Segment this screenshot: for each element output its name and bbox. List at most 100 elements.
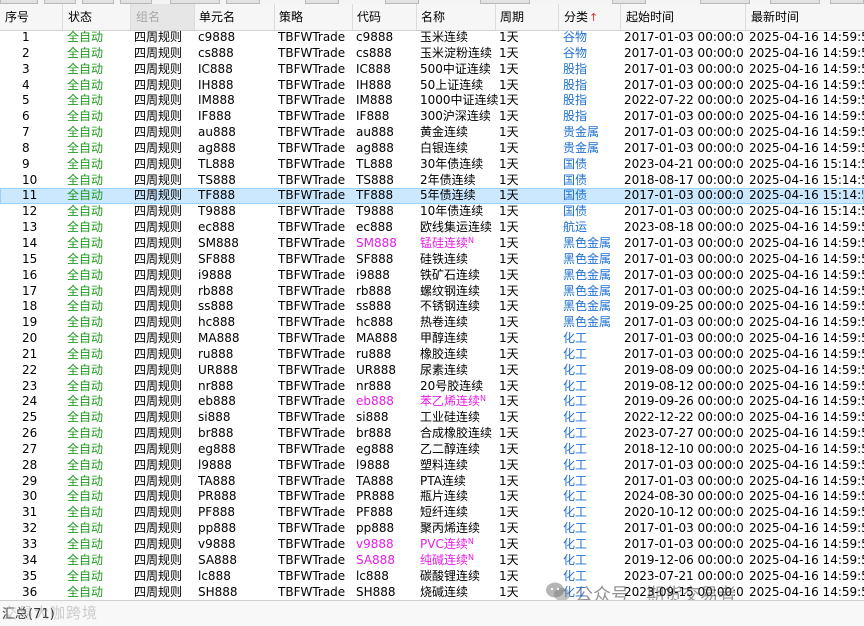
table-row[interactable]: 34 全自动 四周规则 SA888 TBFWTrade SA888 纯碱连续N 1天 化工 201… <box>0 553 864 569</box>
name-cell: 聚丙烯连续 <box>420 521 500 537</box>
category-cell: 国债 <box>563 204 588 219</box>
row-index: 13 <box>22 220 38 235</box>
table-row[interactable]: 12 全自动 四周规则 T9888 TBFWTrade T9888 10年债连续 1天 国债 20… <box>0 204 864 220</box>
category-cell: 航运 <box>563 220 588 235</box>
table-row[interactable]: 19 全自动 四周规则 hc888 TBFWTrade hc888 热卷连续 1天 黑色金属 20… <box>0 315 864 331</box>
code-cell: cs888 <box>356 45 392 60</box>
table-row[interactable]: 20 全自动 四周规则 MA888 TBFWTrade MA888 甲醇连续 1天 化工 2017… <box>0 331 864 347</box>
category-header-label: 分类 <box>564 10 589 24</box>
name-text: 甲醇连续 <box>420 331 469 346</box>
strategy-cell: TBFWTrade <box>278 283 346 298</box>
table-row[interactable]: 16 全自动 四周规则 i9888 TBFWTrade i9888 铁矿石连续 1天 黑色金属 2… <box>0 268 864 284</box>
table-row[interactable]: 13 全自动 四周规则 ec888 TBFWTrade ec888 欧线集运连续 1天 航运 20… <box>0 220 864 236</box>
start-time-cell: 2022-12-22 00:00:00 <box>624 410 744 425</box>
table-row[interactable]: 29 全自动 四周规则 TA888 TBFWTrade TA888 PTA连续 1天 化工 201… <box>0 474 864 490</box>
table-row[interactable]: 5 全自动 四周规则 IM888 TBFWTrade IM888 1000中证连续 1天 股指 2… <box>0 93 864 109</box>
status-cell: 全自动 <box>67 299 104 314</box>
table-row[interactable]: 7 全自动 四周规则 au888 TBFWTrade au888 黄金连续 1天 贵金属 2017… <box>0 125 864 141</box>
name-cell: 塑料连续 <box>420 458 500 474</box>
row-index: 14 <box>22 235 38 250</box>
name-cell: 橡胶连续 <box>420 347 500 363</box>
table-row[interactable]: 27 全自动 四周规则 eg888 TBFWTrade eg888 乙二醇连续 1天 化工 201… <box>0 442 864 458</box>
name-cell: 500中证连续 <box>420 62 500 78</box>
name-text: 50上证连续 <box>420 77 484 92</box>
table-row[interactable]: 3 全自动 四周规则 IC888 TBFWTrade IC888 500中证连续 1天 股指 20… <box>0 62 864 78</box>
column-header-name[interactable]: 名称 <box>421 4 445 30</box>
table-row[interactable]: 22 全自动 四周规则 UR888 TBFWTrade UR888 尿素连续 1天 化工 2019… <box>0 363 864 379</box>
table-row[interactable]: 18 全自动 四周规则 ss888 TBFWTrade ss888 不锈钢连续 1天 黑色金属 2… <box>0 299 864 315</box>
name-cell: 20号胶连续 <box>420 379 500 395</box>
row-index: 7 <box>22 125 30 140</box>
strategy-cell: TBFWTrade <box>278 220 346 235</box>
column-header-code[interactable]: 代码 <box>357 4 381 30</box>
column-header-strategy[interactable]: 策略 <box>279 4 303 30</box>
code-cell: ec888 <box>356 220 393 235</box>
table-row[interactable]: 28 全自动 四周规则 l9888 TBFWTrade l9888 塑料连续 1天 化工 2017… <box>0 458 864 474</box>
latest-time-cell: 2025-04-16 14:59:59 <box>749 109 864 124</box>
group-cell: 四周规则 <box>134 568 183 583</box>
category-cell: 贵金属 <box>563 125 600 140</box>
code-cell: IH888 <box>356 77 392 92</box>
category-cell: 化工 <box>563 378 588 393</box>
column-header-latest-time[interactable]: 最新时间 <box>751 4 799 30</box>
table-row[interactable]: 17 全自动 四周规则 rb888 TBFWTrade rb888 螺纹钢连续 1天 黑色金属 2… <box>0 284 864 300</box>
table-row[interactable]: 25 全自动 四周规则 si888 TBFWTrade si888 工业硅连续 1天 化工 202… <box>0 410 864 426</box>
name-text: 瓶片连续 <box>420 489 469 504</box>
period-cell: 1天 <box>499 220 519 235</box>
table-row[interactable]: 1 全自动 四周规则 c9888 TBFWTrade c9888 玉米连续 1天 谷物 2017-… <box>0 30 864 46</box>
table-row[interactable]: 30 全自动 四周规则 PR888 TBFWTrade PR888 瓶片连续 1天 化工 2024… <box>0 489 864 505</box>
name-cell: 乙二醇连续 <box>420 442 500 458</box>
table-row[interactable]: 21 全自动 四周规则 ru888 TBFWTrade ru888 橡胶连续 1天 化工 2017… <box>0 347 864 363</box>
name-text: 白银连续 <box>420 140 469 155</box>
name-cell: 碳酸锂连续 <box>420 569 500 585</box>
column-header-status[interactable]: 状态 <box>68 4 92 30</box>
start-time-cell: 2017-01-03 00:00:00 <box>624 45 744 60</box>
status-cell: 全自动 <box>67 346 104 361</box>
table-row[interactable]: 31 全自动 四周规则 PF888 TBFWTrade PF888 短纤连续 1天 化工 2020… <box>0 505 864 521</box>
table-row[interactable]: 6 全自动 四周规则 IF888 TBFWTrade IF888 300沪深连续 1天 股指 20… <box>0 109 864 125</box>
table-row[interactable]: 10 全自动 四周规则 TS888 TBFWTrade TS888 2年债连续 1天 国债 201… <box>0 173 864 189</box>
unit-cell: ss888 <box>198 299 234 314</box>
table-row[interactable]: 8 全自动 四周规则 ag888 TBFWTrade ag888 白银连续 1天 贵金属 2017… <box>0 141 864 157</box>
watermark-left: 交易大咖跨境 <box>2 604 99 622</box>
table-row[interactable]: 23 全自动 四周规则 nr888 TBFWTrade nr888 20号胶连续 1天 化工 20… <box>0 379 864 395</box>
status-cell: 全自动 <box>67 109 104 124</box>
column-header-period[interactable]: 周期 <box>500 4 524 30</box>
table-row[interactable]: 36 全自动 四周规则 SH888 TBFWTrade SH888 烧碱连续 1天 化工 2023… <box>0 585 864 601</box>
table-row[interactable]: 14 全自动 四周规则 SM888 TBFWTrade SM888 锰硅连续N 1天 黑色金属 2… <box>0 236 864 252</box>
column-header-category[interactable]: 分类↑ <box>564 4 598 30</box>
latest-time-cell: 2025-04-16 14:59:59 <box>749 552 864 567</box>
status-cell: 全自动 <box>67 220 104 235</box>
table-row[interactable]: 24 全自动 四周规则 eb888 TBFWTrade eb888 苯乙烯连续N 1天 化工 20… <box>0 394 864 410</box>
latest-time-cell: 2025-04-16 15:14:59 <box>749 156 864 171</box>
column-header-group[interactable]: 组名 <box>131 4 194 30</box>
table-row[interactable]: 15 全自动 四周规则 SF888 TBFWTrade SF888 硅铁连续 1天 黑色金属 20… <box>0 252 864 268</box>
table-row[interactable]: 33 全自动 四周规则 v9888 TBFWTrade v9888 PVC连续N 1天 化工 20… <box>0 537 864 553</box>
status-cell: 全自动 <box>67 140 104 155</box>
name-text: 合成橡胶连续 <box>420 426 493 441</box>
category-cell: 化工 <box>563 552 588 567</box>
start-time-cell: 2022-07-22 00:00:00 <box>624 93 744 108</box>
table-row[interactable]: 2 全自动 四周规则 cs888 TBFWTrade cs888 玉米淀粉连续 1天 谷物 201… <box>0 46 864 62</box>
table-row[interactable]: 35 全自动 四周规则 lc888 TBFWTrade lc888 碳酸锂连续 1天 化工 202… <box>0 569 864 585</box>
column-header-idx[interactable]: 序号 <box>5 4 29 30</box>
unit-cell: br888 <box>198 426 234 441</box>
row-index: 17 <box>22 283 38 298</box>
table-row[interactable]: 26 全自动 四周规则 br888 TBFWTrade br888 合成橡胶连续 1天 化工 20… <box>0 426 864 442</box>
name-cell: 不锈钢连续 <box>420 299 500 315</box>
column-header-start-time[interactable]: 起始时间 <box>626 4 674 30</box>
category-cell: 黑色金属 <box>563 299 612 314</box>
column-header-unit[interactable]: 单元名 <box>199 4 235 30</box>
name-text: PTA连续 <box>420 473 466 488</box>
table-row[interactable]: 9 全自动 四周规则 TL888 TBFWTrade TL888 30年债连续 1天 国债 202… <box>0 157 864 173</box>
strategy-cell: TBFWTrade <box>278 568 346 583</box>
table-row[interactable]: 32 全自动 四周规则 pp888 TBFWTrade pp888 聚丙烯连续 1天 化工 201… <box>0 521 864 537</box>
start-time-cell: 2023-08-18 00:00:00 <box>624 220 744 235</box>
row-index: 24 <box>22 394 38 409</box>
table-row[interactable]: 11 全自动 四周规则 TF888 TBFWTrade TF888 5年债连续 1天 国债 201… <box>0 188 864 205</box>
name-cell: PTA连续 <box>420 474 500 490</box>
group-cell: 四周规则 <box>134 537 183 551</box>
table-row[interactable]: 4 全自动 四周规则 IH888 TBFWTrade IH888 50上证连续 1天 股指 201… <box>0 78 864 94</box>
name-cell: 工业硅连续 <box>420 410 500 426</box>
start-time-cell: 2017-01-03 00:00:00 <box>624 140 744 155</box>
